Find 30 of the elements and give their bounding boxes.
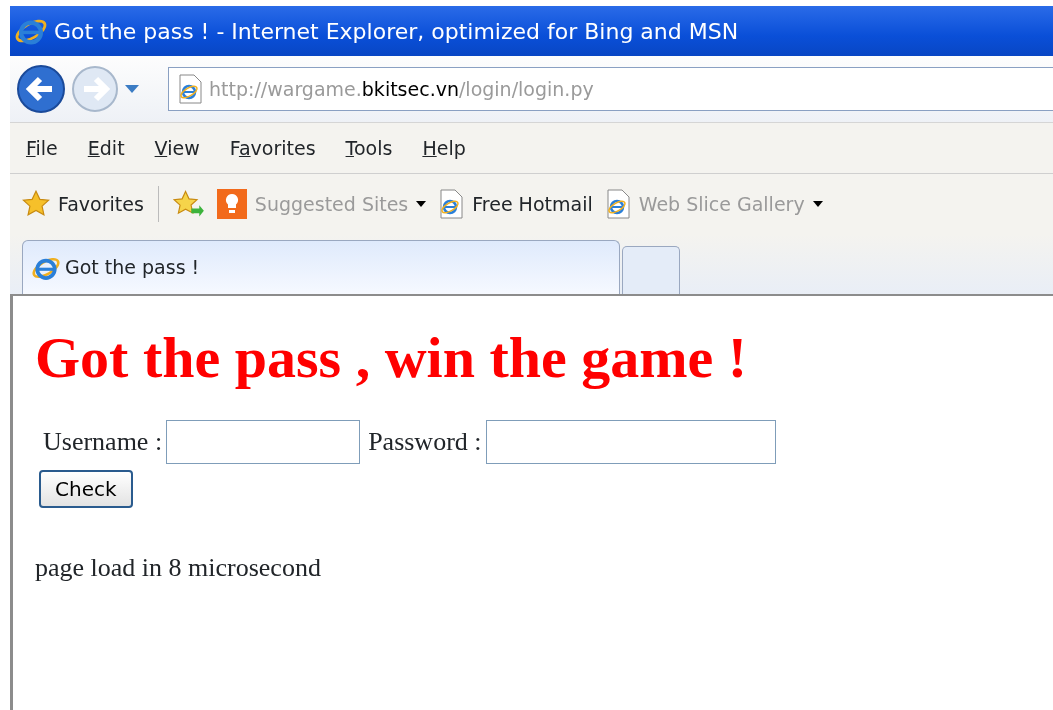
menu-item[interactable]: Favorites [229,133,316,163]
username-field[interactable] [166,419,361,464]
dropdown-icon[interactable] [124,84,140,94]
favorites-button[interactable]: Favorites [22,189,144,219]
page-icon [604,189,631,219]
page-icon [438,189,465,219]
page-heading: Got the pass , win the game ! [35,326,749,390]
field-label: Username : [43,426,163,459]
check-button[interactable]: Check [39,469,133,508]
add-favorite-icon[interactable] [172,190,205,218]
password-field[interactable] [485,419,776,464]
star-icon [22,190,50,218]
favorites-link[interactable]: Free Hotmail [438,189,593,219]
field-label: Password : [368,426,482,459]
load-time-text: page load in 8 microsecond [35,551,322,584]
browser-tab[interactable]: Got the pass ! [22,240,620,294]
url-text: http://wargame.bkitsec.vn/login/login.py [209,76,594,102]
address-field[interactable]: http://wargame.bkitsec.vn/login/login.py [168,67,1053,111]
back-icon[interactable] [16,64,66,114]
caret-icon [812,201,823,207]
menu-item[interactable]: View [154,133,200,163]
new-tab-button[interactable] [622,246,680,294]
lightbulb-icon [216,189,247,219]
page-icon [177,74,203,104]
menu-item[interactable]: Tools [345,133,393,163]
caret-icon [416,201,427,207]
menu-item[interactable]: Edit [87,133,125,163]
window-title: Got the pass ! - Internet Explorer, optimized for Bing and MSN [54,17,739,46]
menu-item[interactable]: Help [422,133,466,163]
menu-item[interactable]: File [26,133,58,163]
